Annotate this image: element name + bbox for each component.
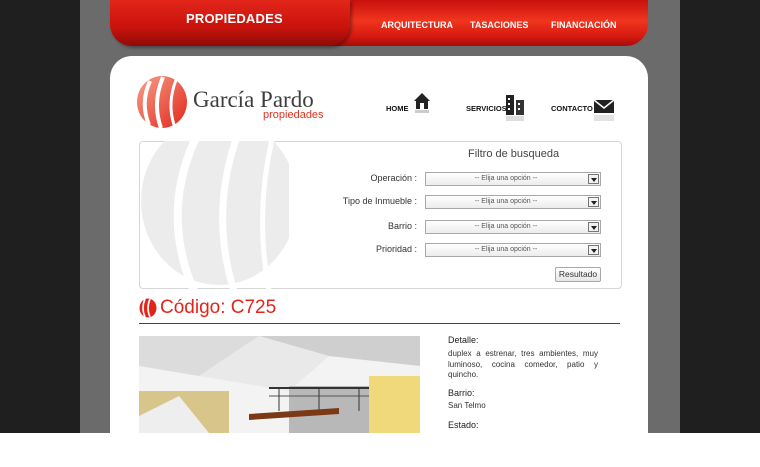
resultado-button[interactable]: Resultado bbox=[555, 267, 601, 282]
prioridad-select-value: -- Elija una opción -- bbox=[474, 246, 538, 253]
prioridad-label: Prioridad : bbox=[375, 244, 417, 254]
operacion-label: Operación : bbox=[370, 173, 417, 183]
operacion-select[interactable]: -- Elija una opción -- bbox=[425, 172, 601, 186]
nav-link-tasaciones[interactable]: TASACIONES bbox=[470, 20, 528, 30]
logo-mark-icon bbox=[137, 76, 187, 129]
barrio-select-value: -- Elija una opción -- bbox=[474, 223, 538, 230]
property-photo[interactable] bbox=[139, 336, 420, 433]
barrio-label: Barrio : bbox=[387, 221, 417, 231]
nav-tab-propiedades-label: PROPIEDADES bbox=[186, 11, 283, 26]
detalle-label: Detalle: bbox=[448, 335, 479, 345]
barrio-detail-value: San Telmo bbox=[448, 401, 486, 410]
chevron-down-icon[interactable] bbox=[588, 174, 599, 184]
filter-decoration-image bbox=[141, 141, 289, 289]
filter-title: Filtro de busqueda bbox=[468, 148, 560, 160]
barrio-detail-label: Barrio: bbox=[448, 388, 475, 398]
detalle-text: duplex a estrenar, tres ambientes, muy l… bbox=[448, 349, 598, 379]
logo-subtitle: propiedades bbox=[263, 109, 324, 121]
divider bbox=[139, 323, 620, 324]
estado-label: Estado: bbox=[448, 420, 479, 430]
property-code-title: Código: C725 bbox=[160, 297, 277, 318]
brand-mark-icon bbox=[139, 298, 157, 318]
operacion-select-value: -- Elija una opción -- bbox=[474, 175, 538, 182]
nav-tab-propiedades[interactable]: PROPIEDADES bbox=[110, 0, 350, 46]
buildings-icon[interactable] bbox=[504, 93, 526, 123]
nav-home[interactable]: HOME bbox=[386, 104, 409, 113]
envelope-icon[interactable] bbox=[593, 99, 615, 123]
chevron-down-icon[interactable] bbox=[588, 222, 599, 232]
prioridad-select[interactable]: -- Elija una opción -- bbox=[425, 243, 601, 257]
nav-link-financiacion[interactable]: FINANCIACIÓN bbox=[551, 20, 617, 30]
tipo-inmueble-label: Tipo de Inmueble : bbox=[342, 196, 417, 206]
chevron-down-icon[interactable] bbox=[588, 197, 599, 207]
chevron-down-icon[interactable] bbox=[588, 245, 599, 255]
nav-servicios[interactable]: SERVICIOS bbox=[466, 104, 507, 113]
nav-link-arquitectura[interactable]: ARQUITECTURA bbox=[381, 20, 453, 30]
tipo-inmueble-select-value: -- Elija una opción -- bbox=[474, 198, 538, 205]
home-icon[interactable] bbox=[412, 91, 432, 113]
tipo-inmueble-select[interactable]: -- Elija una opción -- bbox=[425, 195, 601, 209]
nav-contacto[interactable]: CONTACTO bbox=[551, 104, 593, 113]
barrio-select[interactable]: -- Elija una opción -- bbox=[425, 220, 601, 234]
